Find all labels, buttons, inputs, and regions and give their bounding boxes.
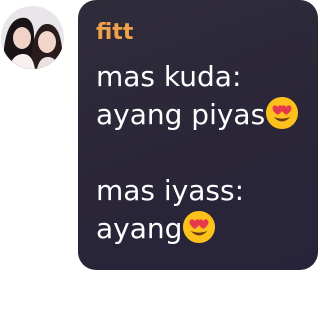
heart-eyes-emoji-icon — [266, 96, 299, 130]
message-line-text: ayang — [96, 212, 183, 245]
message-line-text: ayang piyas — [96, 98, 266, 131]
message-line: mas kuda: — [96, 58, 302, 96]
sender-name[interactable]: fitt — [96, 18, 302, 48]
message-line: ayang — [96, 210, 302, 248]
line-spacer — [96, 134, 302, 172]
sender-avatar[interactable] — [1, 6, 64, 69]
message-bubble[interactable]: fitt mas kuda: ayang piyas mas iyass: ay… — [78, 0, 318, 270]
message-line: ayang piyas — [96, 96, 302, 134]
avatar-photo-icon — [1, 6, 64, 69]
message-line: mas iyass: — [96, 172, 302, 210]
heart-eyes-emoji-icon — [183, 210, 216, 244]
message-line-text: mas kuda: — [96, 60, 242, 93]
message-line-text: mas iyass: — [96, 174, 245, 207]
